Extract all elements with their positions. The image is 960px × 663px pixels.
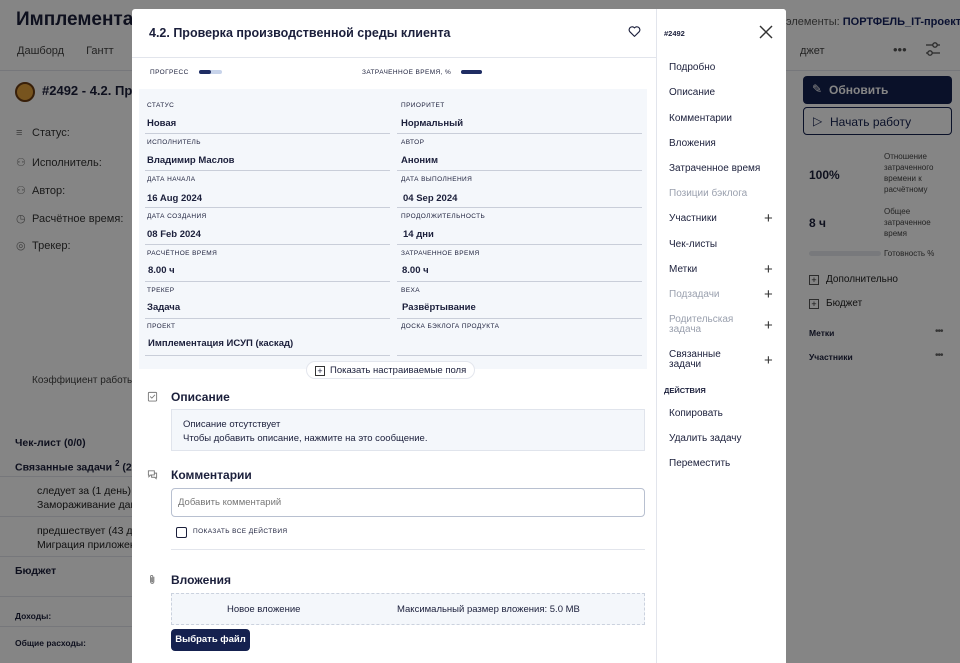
add-participant-icon[interactable]: + — [764, 211, 773, 226]
copy-action[interactable]: Копировать — [669, 408, 723, 419]
field-underline — [145, 355, 390, 356]
description-title: Описание — [171, 390, 230, 404]
field-label: ПРОЕКТ — [147, 323, 176, 330]
assignee-value[interactable]: Владимир Маслов — [147, 155, 235, 166]
choose-file-button[interactable]: Выбрать файл — [171, 629, 250, 651]
add-label-icon[interactable]: + — [764, 262, 773, 277]
created-date-value: 08 Feb 2024 — [147, 229, 201, 240]
description-box[interactable]: Описание отсутствует Чтобы добавить опис… — [171, 409, 645, 451]
description-icon — [147, 391, 158, 402]
plus-box-icon: + — [315, 366, 325, 376]
comment-icon — [147, 470, 158, 480]
divider — [171, 549, 645, 550]
milestone-value[interactable]: Развёртывание — [402, 302, 476, 313]
attachment-dropzone[interactable]: Новое вложение Максимальный размер вложе… — [171, 593, 645, 625]
field-underline — [145, 170, 390, 171]
task-modal: 4.2. Проверка производственной среды кли… — [132, 9, 786, 663]
modal-side-nav: #2492 Подробно Описание Комментарии Влож… — [656, 9, 786, 663]
field-underline — [397, 355, 642, 356]
spent-time-bar — [461, 70, 482, 74]
field-label: СТАТУС — [147, 102, 175, 109]
field-label: ДОСКА БЭКЛОГА ПРОДУКТА — [401, 323, 500, 330]
field-underline — [145, 244, 390, 245]
due-date-value[interactable]: 04 Sep 2024 — [403, 193, 457, 204]
field-label: ДАТА СОЗДАНИЯ — [147, 213, 207, 220]
nav-parent-task: Родительская задача — [669, 314, 734, 335]
task-id: #2492 — [664, 29, 685, 38]
nav-comments[interactable]: Комментарии — [669, 113, 732, 124]
fields-panel: СТАТУС Новая ИСПОЛНИТЕЛЬ Владимир Маслов… — [139, 89, 647, 369]
modal-header: 4.2. Проверка производственной среды кли… — [132, 9, 656, 58]
field-underline — [397, 318, 642, 319]
nav-spent-time[interactable]: Затраченное время — [669, 163, 760, 174]
spent-time-value: 8.00 ч — [402, 265, 429, 276]
field-label: РАСЧЁТНОЕ ВРЕМЯ — [147, 250, 218, 257]
start-date-value[interactable]: 16 Aug 2024 — [147, 193, 202, 204]
estimated-time-value[interactable]: 8.00 ч — [148, 265, 175, 276]
project-value[interactable]: Имплементация ИСУП (каскад) — [148, 338, 293, 349]
show-all-actions-checkbox[interactable] — [176, 527, 187, 538]
nav-details[interactable]: Подробно — [669, 62, 715, 73]
field-underline — [145, 318, 390, 319]
actions-title: ДЕЙСТВИЯ — [664, 386, 706, 395]
comments-title: Комментарии — [171, 468, 252, 482]
attachments-title: Вложения — [171, 573, 231, 587]
progress-label: ПРОГРЕСС — [150, 69, 189, 76]
add-related-task-icon[interactable]: + — [764, 353, 773, 368]
field-underline — [397, 207, 642, 208]
add-subtask-icon[interactable]: + — [764, 287, 773, 302]
nav-labels[interactable]: Метки — [669, 264, 697, 275]
heart-icon[interactable] — [628, 25, 641, 38]
author-value: Аноним — [401, 155, 439, 166]
field-label: ДАТА НАЧАЛА — [147, 176, 196, 183]
nav-participants[interactable]: Участники — [669, 213, 717, 224]
priority-value[interactable]: Нормальный — [401, 118, 463, 129]
paperclip-icon — [150, 575, 155, 584]
nav-description[interactable]: Описание — [669, 87, 715, 98]
field-underline — [397, 133, 642, 134]
field-underline — [145, 207, 390, 208]
field-label: ТРЕКЕР — [147, 287, 175, 294]
description-empty: Описание отсутствует — [183, 419, 281, 430]
nav-related-tasks[interactable]: Связанные задачи — [669, 350, 755, 370]
show-all-actions-label[interactable]: ПОКАЗАТЬ ВСЕ ДЕЙСТВИЯ — [193, 528, 288, 535]
new-attachment-label: Новое вложение — [227, 604, 301, 615]
comment-input[interactable]: Добавить комментарий — [171, 488, 645, 517]
meta-row: ПРОГРЕСС ЗАТРАЧЕННОЕ ВРЕМЯ, % — [132, 59, 656, 87]
progress-bar — [199, 70, 222, 74]
status-value[interactable]: Новая — [147, 118, 176, 129]
description-hint: Чтобы добавить описание, нажмите на это … — [183, 433, 428, 444]
nav-checklists[interactable]: Чек-листы — [669, 239, 717, 250]
spent-time-fill — [461, 70, 482, 74]
field-label: ВЕХА — [401, 287, 420, 294]
delete-task-action[interactable]: Удалить задачу — [669, 433, 742, 444]
field-label: ИСПОЛНИТЕЛЬ — [147, 139, 201, 146]
field-underline — [145, 133, 390, 134]
modal-title: 4.2. Проверка производственной среды кли… — [149, 26, 451, 40]
max-size-label: Максимальный размер вложения: 5.0 MB — [397, 604, 580, 615]
field-label: ЗАТРАЧЕННОЕ ВРЕМЯ — [401, 250, 480, 257]
field-label: ПРИОРИТЕТ — [401, 102, 445, 109]
field-underline — [397, 170, 642, 171]
close-icon[interactable] — [759, 25, 773, 39]
nav-backlog-items: Позиции бэклога — [669, 188, 748, 199]
tracker-value[interactable]: Задача — [147, 302, 180, 313]
field-label: АВТОР — [401, 139, 425, 146]
field-underline — [397, 281, 642, 282]
field-underline — [397, 244, 642, 245]
field-underline — [145, 281, 390, 282]
add-parent-task-icon[interactable]: + — [764, 318, 773, 333]
field-label: ДАТА ВЫПОЛНЕНИЯ — [401, 176, 473, 183]
spent-time-label: ЗАТРАЧЕННОЕ ВРЕМЯ, % — [362, 69, 452, 76]
field-label: ПРОДОЛЖИТЕЛЬНОСТЬ — [401, 213, 486, 220]
nav-subtasks: Подзадачи — [669, 289, 720, 300]
progress-fill — [199, 70, 211, 74]
nav-attachments[interactable]: Вложения — [669, 138, 716, 149]
duration-value: 14 дни — [403, 229, 434, 240]
show-custom-fields-button[interactable]: + Показать настраиваемые поля — [306, 361, 476, 379]
move-action[interactable]: Переместить — [669, 458, 730, 469]
